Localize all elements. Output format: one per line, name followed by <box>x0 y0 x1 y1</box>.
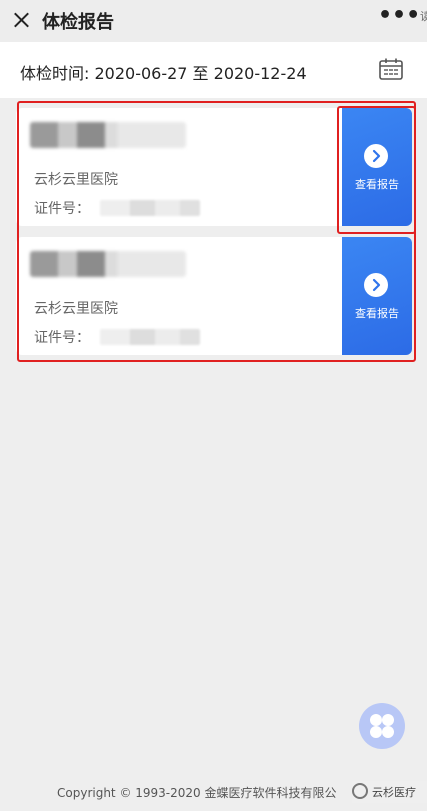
watermark-text: 云杉医疗 <box>372 786 416 799</box>
edge-text: 读 <box>420 10 427 23</box>
floating-menu-button[interactable] <box>359 703 405 749</box>
watermark: 云杉医疗 <box>352 781 427 803</box>
highlight-box-view-button <box>337 106 416 234</box>
watermark-logo-icon <box>352 783 368 799</box>
calendar-icon[interactable] <box>379 58 403 80</box>
page-title: 体检报告 <box>42 12 114 33</box>
close-icon[interactable] <box>10 8 34 32</box>
title-bar: 体检报告 ••• 读 <box>0 0 427 42</box>
date-range-label[interactable]: 体检时间: 2020-06-27 至 2020-12-24 <box>20 60 307 84</box>
more-button[interactable]: ••• <box>378 5 420 30</box>
date-filter-bar: 体检时间: 2020-06-27 至 2020-12-24 <box>0 42 427 98</box>
grid-menu-icon <box>370 714 394 738</box>
copyright-text: Copyright © 1993-2020 金蝶医疗软件科技有限公 <box>57 786 337 800</box>
